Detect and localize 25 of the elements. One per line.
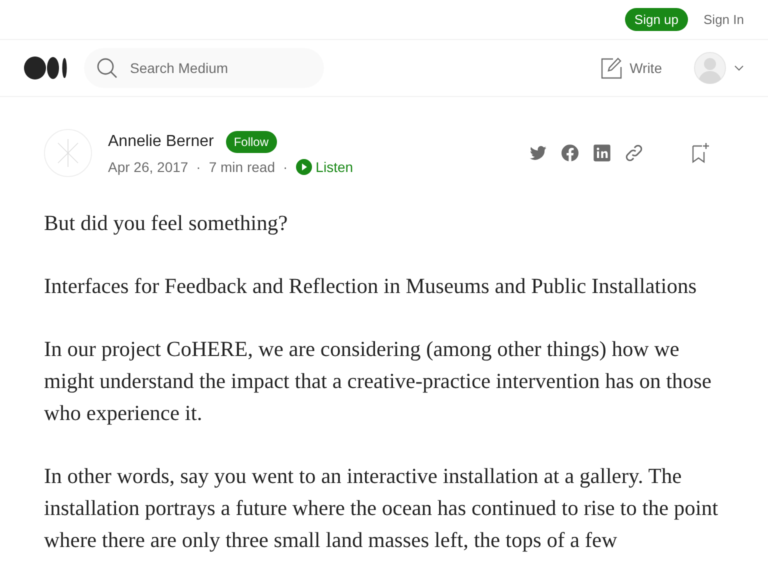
read-time: 7 min read: [208, 159, 275, 175]
twitter-bird-icon[interactable]: [528, 143, 548, 163]
chevron-down-icon: [734, 65, 744, 71]
article-paragraph: In other words, say you went to an interactive installation at a gallery. The installation portrays a future where the ocean has continued to rise to the point where there are only three small land masses left, the tops of a few: [44, 463, 719, 554]
sign-up-button[interactable]: Sign up: [625, 8, 688, 31]
link-icon[interactable]: [624, 143, 644, 163]
separator-dot: ·: [196, 159, 201, 175]
follow-button[interactable]: Follow: [226, 131, 277, 153]
play-icon: [296, 159, 312, 175]
search-field[interactable]: Search Medium: [84, 48, 324, 88]
article-paragraph: Interfaces for Feedback and Reflection in Museums and Public Installations: [44, 273, 698, 300]
facebook-icon[interactable]: [560, 143, 580, 163]
sign-in-link[interactable]: Sign In: [704, 12, 744, 27]
article-paragraph: In our project CoHERE, we are considering (among other things) how we might understand the impact that a creative-practice intervention has on those who experience it.: [44, 336, 712, 427]
article-paragraph: But did you feel something?: [44, 210, 289, 237]
publish-date: Apr 26, 2017: [108, 159, 188, 175]
author-name[interactable]: Annelie Berner: [108, 133, 214, 151]
listen-button[interactable]: Listen: [296, 159, 354, 175]
bookmark-add-icon[interactable]: [690, 142, 710, 164]
separator-dot: ·: [283, 159, 288, 175]
linkedin-icon[interactable]: [592, 143, 612, 163]
avatar-icon: [694, 52, 726, 84]
write-link[interactable]: Write: [600, 57, 662, 79]
logo-icon[interactable]: [24, 56, 68, 80]
pencil-square-icon: [600, 57, 622, 79]
